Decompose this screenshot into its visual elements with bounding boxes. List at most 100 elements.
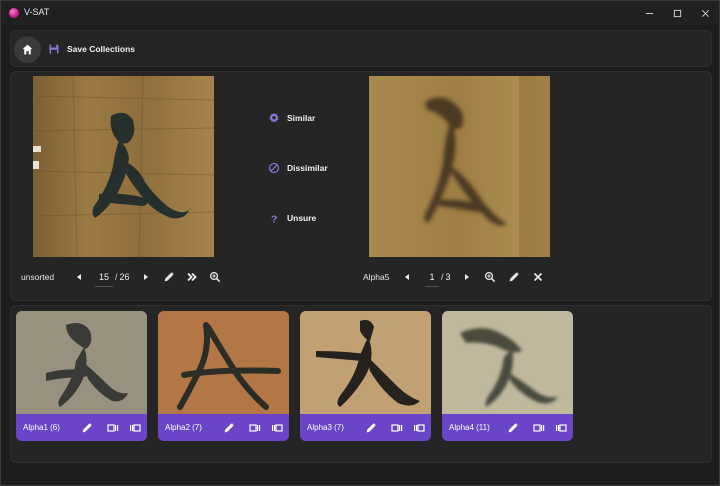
minimize-icon <box>645 12 653 14</box>
view-single-button[interactable] <box>102 419 124 437</box>
pencil-icon <box>508 422 518 432</box>
pencil-icon <box>509 272 519 282</box>
minimize-button[interactable] <box>635 1 663 25</box>
svg-text:?: ? <box>271 214 277 225</box>
collection-card-bar: Alpha3 (7) <box>300 414 431 441</box>
right-page-separator: / <box>441 272 444 282</box>
view-single-icon <box>533 423 545 432</box>
collection-label: Alpha2 (7) <box>165 423 202 432</box>
collection-thumbnail <box>300 311 431 414</box>
collection-thumbnail <box>16 311 147 414</box>
collection-label: Alpha1 (6) <box>23 423 60 432</box>
caret-left-icon <box>77 274 81 280</box>
right-edit-button[interactable] <box>506 269 522 285</box>
window-title: V-SAT <box>24 7 50 17</box>
right-collection-name: Alpha5 <box>363 272 390 282</box>
save-collections-label: Save Collections <box>67 44 136 54</box>
edit-collection-button[interactable] <box>360 419 382 437</box>
collection-thumbnail <box>158 311 289 414</box>
save-collections-button[interactable]: Save Collections <box>48 37 135 61</box>
app-window: V-SAT Save Collections Similar Dissimila… <box>0 0 720 486</box>
collection-card-bar: Alpha1 (6) <box>16 414 147 441</box>
caret-right-icon <box>464 274 469 280</box>
left-total-pages: 26 <box>119 272 130 282</box>
view-single-button[interactable] <box>386 419 408 437</box>
edit-collection-button[interactable] <box>502 419 524 437</box>
collection-card-alpha2[interactable]: Alpha2 (7) <box>158 311 289 441</box>
left-edit-button[interactable] <box>161 269 177 285</box>
left-page-separator: / <box>115 272 118 282</box>
title-bar: V-SAT <box>1 1 719 25</box>
right-next-button[interactable] <box>459 269 475 285</box>
view-single-icon <box>391 423 403 432</box>
home-button[interactable] <box>14 36 41 63</box>
similar-label: Similar <box>287 113 316 123</box>
right-total-pages: 3 <box>445 272 451 282</box>
left-next-button[interactable] <box>138 269 154 285</box>
maximize-button[interactable] <box>663 1 691 25</box>
edit-collection-button[interactable] <box>76 419 98 437</box>
view-grid-icon <box>556 423 567 432</box>
collection-thumbnail <box>442 311 573 414</box>
view-grid-button[interactable] <box>266 419 288 437</box>
pencil-icon <box>224 422 234 432</box>
question-icon: ? <box>271 214 277 225</box>
comparison-panel: Similar Dissimilar ? Unsure unsorted 15 … <box>10 71 712 301</box>
double-chevron-right-icon <box>186 272 197 282</box>
unsure-label: Unsure <box>287 213 317 223</box>
maximize-icon <box>673 9 681 17</box>
left-glyph-image <box>33 76 214 257</box>
view-single-button[interactable] <box>244 419 266 437</box>
left-prev-button[interactable] <box>71 269 87 285</box>
pencil-icon <box>366 422 376 432</box>
prohibit-icon <box>268 162 280 174</box>
view-grid-button[interactable] <box>124 419 146 437</box>
collection-card-bar: Alpha2 (7) <box>158 414 289 441</box>
view-single-icon <box>249 423 261 432</box>
left-zoom-button[interactable] <box>207 269 223 285</box>
view-grid-button[interactable] <box>550 419 572 437</box>
right-zoom-button[interactable] <box>482 269 498 285</box>
view-grid-button[interactable] <box>408 419 430 437</box>
edit-collection-button[interactable] <box>218 419 240 437</box>
home-icon <box>22 44 33 55</box>
right-page-input[interactable]: 1 <box>425 272 439 287</box>
close-window-icon <box>701 9 709 17</box>
collection-card-alpha1[interactable]: Alpha1 (6) <box>16 311 147 441</box>
close-window-button[interactable] <box>691 1 719 25</box>
dissimilar-label: Dissimilar <box>287 163 328 173</box>
right-glyph-image <box>369 76 550 257</box>
view-single-button[interactable] <box>528 419 550 437</box>
collection-label: Alpha4 (11) <box>449 423 490 432</box>
view-single-icon <box>107 423 119 432</box>
close-icon <box>533 272 542 282</box>
toolbar: Save Collections <box>10 30 712 67</box>
caret-right-icon <box>143 274 148 280</box>
left-page-input[interactable]: 15 <box>95 272 113 287</box>
dissimilar-button[interactable]: Dissimilar <box>268 160 328 176</box>
left-navigation: unsorted 15 / 26 <box>21 268 223 287</box>
gear-icon <box>269 112 279 123</box>
right-navigation: Alpha5 1 / 3 <box>363 268 546 287</box>
zoom-in-icon <box>209 271 220 283</box>
pencil-icon <box>164 272 174 282</box>
app-logo-icon <box>9 8 19 18</box>
left-fast-forward-button[interactable] <box>184 269 200 285</box>
unsure-button[interactable]: ? Unsure <box>268 210 316 226</box>
similar-button[interactable]: Similar <box>268 110 315 126</box>
collections-gallery: Alpha1 (6) Alpha2 (7) Alpha3 (7) Alpha4 … <box>10 305 712 463</box>
right-prev-button[interactable] <box>399 269 415 285</box>
left-collection-name: unsorted <box>21 272 55 282</box>
collection-card-alpha3[interactable]: Alpha3 (7) <box>300 311 431 441</box>
view-grid-icon <box>272 423 283 432</box>
collection-card-bar: Alpha4 (11) <box>442 414 573 441</box>
view-grid-icon <box>414 423 425 432</box>
collection-label: Alpha3 (7) <box>307 423 344 432</box>
right-close-button[interactable] <box>530 269 546 285</box>
zoom-in-icon <box>484 271 495 283</box>
floppy-disk-icon <box>49 44 59 54</box>
collection-card-alpha4[interactable]: Alpha4 (11) <box>442 311 573 441</box>
pencil-icon <box>82 422 92 432</box>
view-grid-icon <box>130 423 141 432</box>
caret-left-icon <box>405 274 409 280</box>
